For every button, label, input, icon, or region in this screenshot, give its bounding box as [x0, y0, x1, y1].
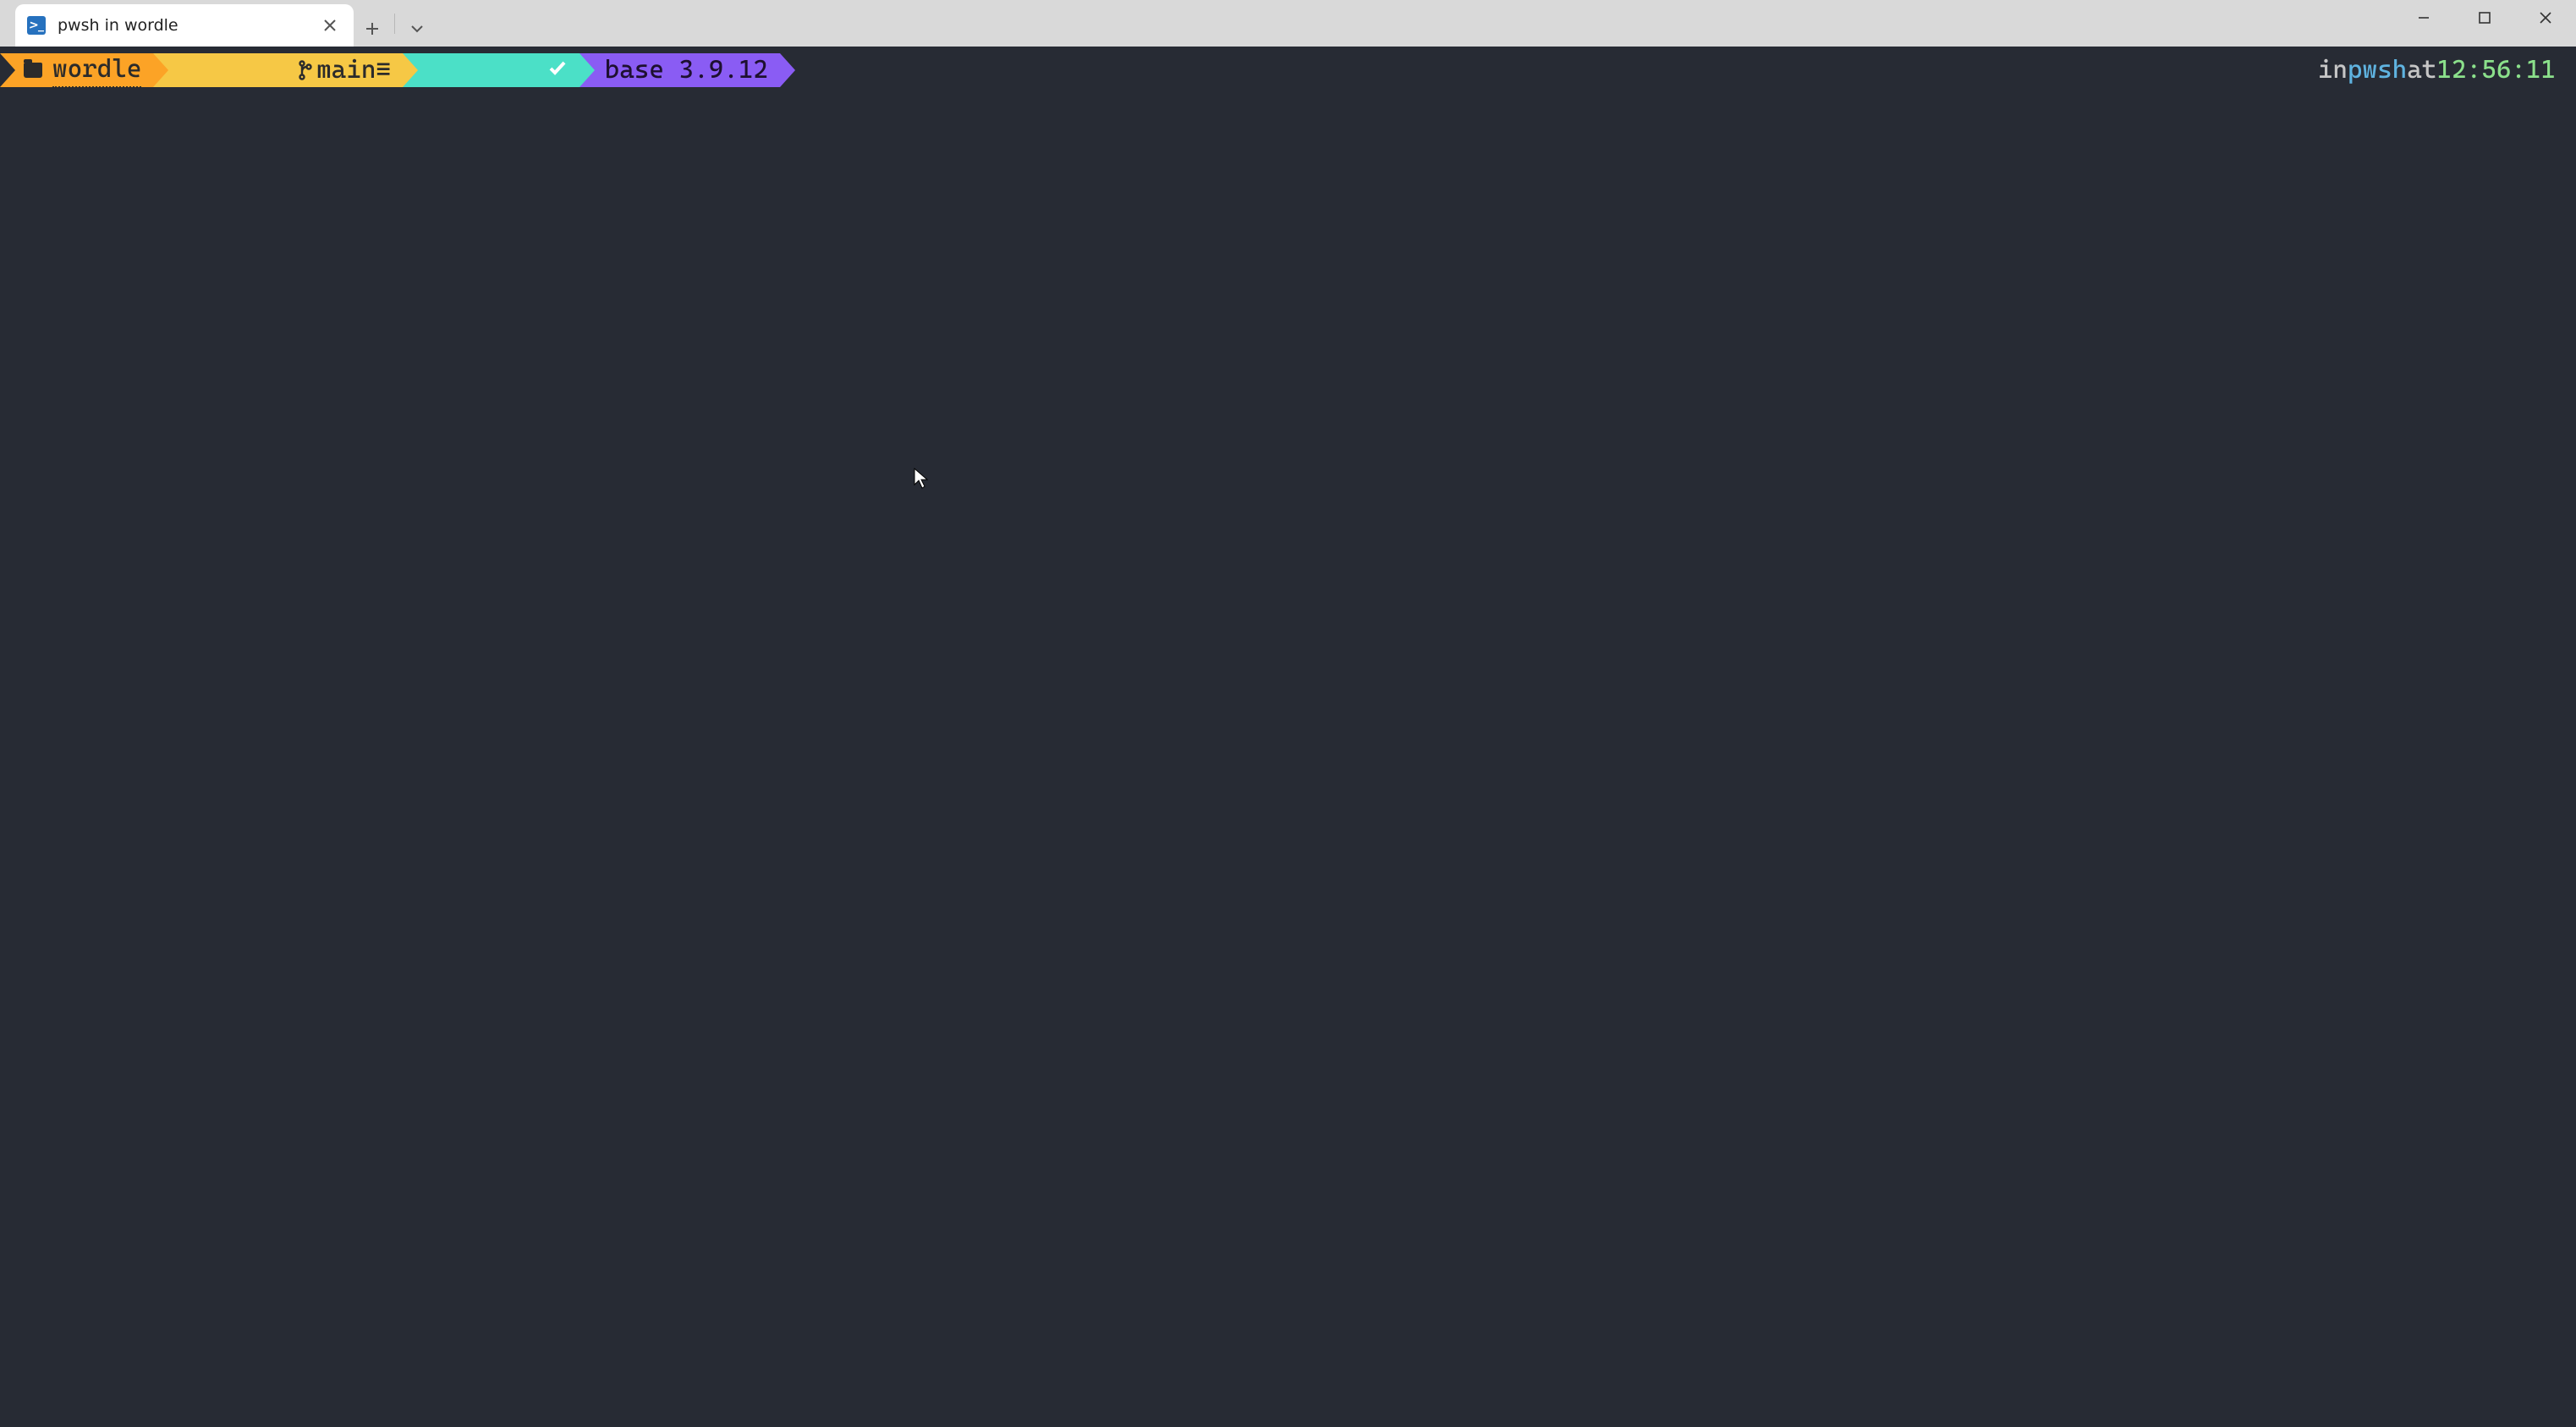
window-controls — [2393, 0, 2576, 36]
prompt-segment-path: wordle — [0, 53, 153, 87]
titlebar: >_ pwsh in wordle — [0, 0, 2576, 47]
close-window-button[interactable] — [2515, 0, 2576, 36]
prompt-left: wordle main≡ base 3.9.12 — [0, 53, 2576, 87]
new-tab-button[interactable] — [354, 11, 391, 47]
git-branch-icon — [179, 22, 313, 123]
minimize-button[interactable] — [2393, 0, 2454, 36]
tab-divider — [394, 14, 395, 34]
mouse-cursor-icon — [914, 465, 929, 487]
prompt-python-env: base 3.9.12 — [605, 53, 768, 87]
prompt-git-status: ≡ — [376, 53, 391, 87]
check-icon — [428, 19, 568, 121]
rprompt-time: 12:56:11 — [2436, 53, 2556, 87]
folder-icon — [24, 63, 42, 78]
powershell-icon: >_ — [27, 16, 46, 35]
tab-close-button[interactable] — [318, 14, 342, 37]
terminal-area[interactable]: wordle main≡ base 3.9.12 in pwsh at 12:5… — [0, 47, 2576, 1427]
rprompt-shell: pwsh — [2348, 53, 2407, 87]
prompt-segment-status — [403, 53, 579, 87]
rprompt-prefix: in — [2318, 53, 2348, 87]
prompt-git-branch: main — [316, 53, 376, 87]
prompt-path-text: wordle — [52, 52, 141, 88]
maximize-button[interactable] — [2454, 0, 2515, 36]
prompt-segment-git: main≡ — [153, 53, 403, 87]
rprompt-mid: at — [2407, 53, 2436, 87]
prompt-right: in pwsh at 12:56:11 — [2318, 53, 2556, 87]
prompt-segment-python: base 3.9.12 — [579, 53, 780, 87]
